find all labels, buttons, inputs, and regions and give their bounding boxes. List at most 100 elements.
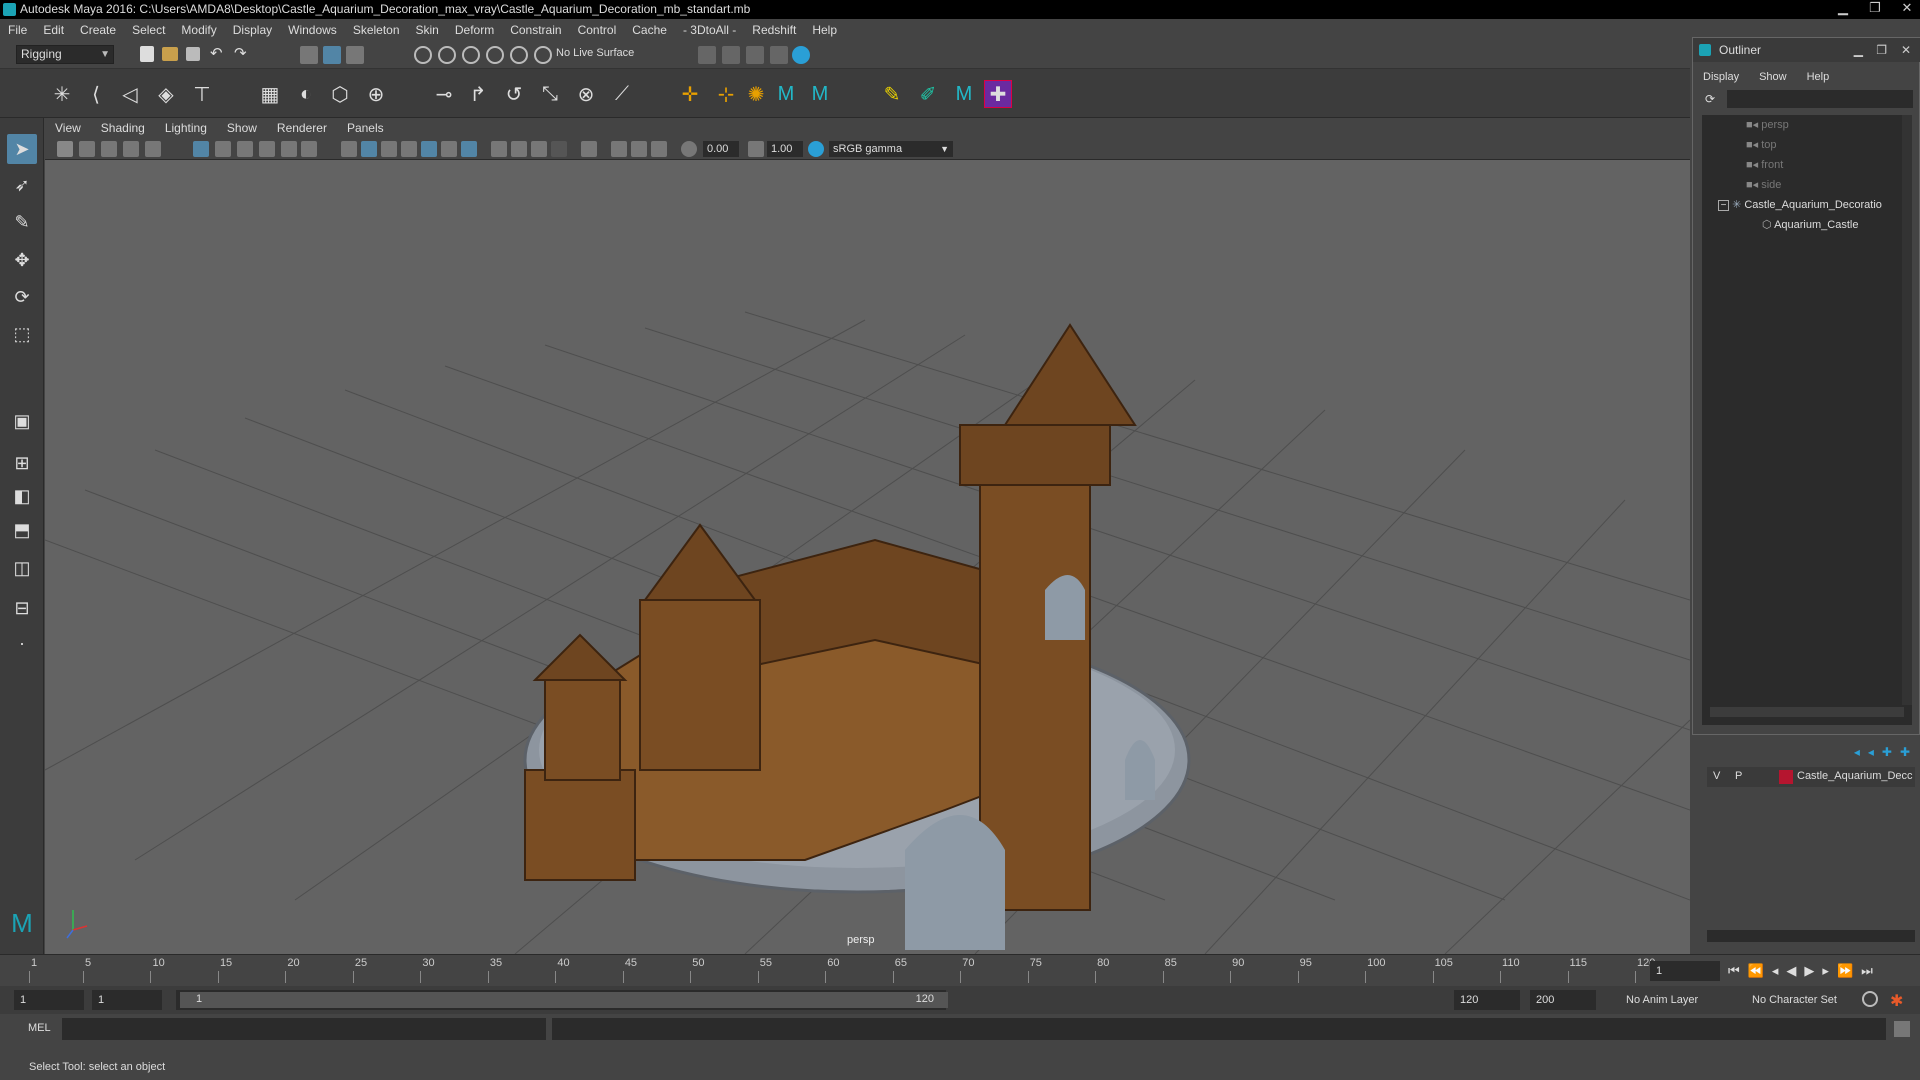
menu-cache[interactable]: Cache (624, 23, 675, 37)
layer-row[interactable]: V P Castle_Aquarium_Decc (1707, 767, 1915, 787)
wireframe-on-shaded-icon[interactable] (401, 141, 417, 157)
save-scene-icon[interactable] (186, 47, 200, 61)
outliner-horizontal-scrollbar[interactable] (1710, 707, 1904, 717)
joint-tool-icon[interactable]: ✳ (48, 80, 76, 108)
more-layouts-icon[interactable]: · (7, 628, 37, 658)
perspective-viewport[interactable]: persp (45, 160, 1690, 954)
motion-blur-icon[interactable] (551, 141, 567, 157)
outliner-vertical-scrollbar[interactable] (1902, 115, 1912, 705)
undo-icon[interactable]: ↶ (210, 46, 228, 65)
hik-character-icon[interactable]: M (806, 80, 834, 108)
new-layer-selected-icon[interactable]: ✚ (1900, 745, 1910, 759)
snap-view-plane-icon[interactable] (486, 46, 504, 64)
live-surface-label[interactable]: No Live Surface (556, 47, 634, 59)
play-back-icon[interactable]: ◀ (1786, 963, 1796, 979)
textured-icon[interactable] (421, 141, 437, 157)
menu-set-dropdown[interactable]: Rigging ▼ (16, 45, 114, 64)
character-controls-icon[interactable]: ✚ (984, 80, 1012, 108)
layer-name[interactable]: Castle_Aquarium_Decc (1797, 770, 1913, 782)
select-object-icon[interactable] (323, 46, 341, 64)
snap-live-icon[interactable] (534, 46, 552, 64)
move-layer-up-icon[interactable]: ◂ (1854, 745, 1860, 759)
hud-icon[interactable] (651, 141, 667, 157)
go-to-start-icon[interactable]: ⏮ (1728, 963, 1740, 979)
quick-rig-icon[interactable]: M (950, 80, 978, 108)
point-constraint-icon[interactable]: ↱ (464, 80, 492, 108)
outliner-item-side[interactable]: ■◂ side (1746, 175, 1781, 195)
step-back-frame-icon[interactable]: ◂ (1772, 963, 1779, 979)
menu-constrain[interactable]: Constrain (502, 23, 569, 37)
ipr-render-icon[interactable] (746, 46, 764, 64)
step-forward-frame-icon[interactable]: ▸ (1822, 963, 1829, 979)
viewport-menu-shading[interactable]: Shading (91, 121, 155, 135)
outliner-refresh-icon[interactable]: ⟳ (1705, 92, 1715, 106)
layer-horizontal-scrollbar[interactable] (1707, 930, 1915, 942)
four-view-layout-icon[interactable]: ⊞ (7, 448, 37, 478)
resolution-gate-icon[interactable] (237, 141, 253, 157)
menu-skin[interactable]: Skin (408, 23, 447, 37)
scene-end-field[interactable]: 200 (1530, 990, 1596, 1010)
outliner-search-input[interactable] (1727, 90, 1913, 108)
mirror-joint-icon[interactable]: ◁ (116, 80, 144, 108)
character-set-dropdown[interactable]: No Character Set (1752, 994, 1837, 1006)
mel-label[interactable]: MEL (28, 1022, 51, 1034)
blend-shape-icon[interactable]: ✺ (742, 80, 770, 108)
range-slider[interactable]: 1 120 (176, 990, 948, 1010)
step-back-key-icon[interactable]: ⏪ (1748, 963, 1764, 979)
single-perspective-icon[interactable]: ▣ (7, 406, 37, 436)
menu-display[interactable]: Display (225, 23, 280, 37)
select-hierarchy-icon[interactable] (300, 46, 318, 64)
playback-end-field[interactable]: 120 (1454, 990, 1520, 1010)
rotate-tool-icon[interactable]: ⟳ (7, 282, 37, 312)
viewport-menu-renderer[interactable]: Renderer (267, 121, 337, 135)
viewport-menu-lighting[interactable]: Lighting (155, 121, 217, 135)
outliner-close-icon[interactable]: ✕ (1901, 38, 1911, 62)
node-layout-icon[interactable]: ⊟ (7, 593, 37, 623)
menu-redshift[interactable]: Redshift (744, 23, 804, 37)
animation-preferences-icon[interactable]: ✱ (1890, 991, 1903, 1011)
graph-layout-icon[interactable]: ⬒ (7, 515, 37, 545)
shadows-icon[interactable] (461, 141, 477, 157)
outliner-minimize-icon[interactable]: ▁ (1854, 38, 1863, 62)
script-editor-icon[interactable] (1894, 1021, 1910, 1037)
grease-pencil-icon[interactable] (145, 141, 161, 157)
outliner-item-castle-group[interactable]: − ✳ Castle_Aquarium_Decoratio (1718, 195, 1882, 215)
orient-constraint-icon[interactable]: ↺ (500, 80, 528, 108)
snap-point-icon[interactable] (462, 46, 480, 64)
lattice-icon[interactable]: ⬡ (326, 80, 354, 108)
close-icon[interactable]: ✕ (1900, 1, 1914, 15)
camera-select-icon[interactable] (57, 141, 73, 157)
maximize-icon[interactable]: ❐ (1868, 1, 1882, 15)
outliner-item-front[interactable]: ■◂ front (1746, 155, 1783, 175)
move-tool-icon[interactable]: ✥ (7, 245, 37, 275)
scale-constraint-icon[interactable]: ⤡ (536, 80, 564, 108)
paint-select-icon[interactable]: ✎ (7, 207, 37, 237)
outliner-maximize-icon[interactable]: ❐ (1876, 38, 1887, 62)
paint-weights-icon[interactable]: ✎ (878, 80, 906, 108)
grid-toggle-icon[interactable] (193, 141, 209, 157)
menu-file[interactable]: File (0, 23, 35, 37)
isolate-select-icon[interactable] (581, 141, 597, 157)
layer-visibility-toggle[interactable]: V (1713, 770, 1720, 782)
render-view-icon[interactable] (698, 46, 716, 64)
ik-handle-icon[interactable]: ⊤ (188, 80, 216, 108)
hik-icon[interactable]: M (772, 80, 800, 108)
render-settings-icon[interactable] (770, 46, 788, 64)
outliner-item-persp[interactable]: ■◂ persp (1746, 115, 1789, 135)
scene-start-field[interactable]: 1 (14, 990, 84, 1010)
film-gate-icon[interactable] (215, 141, 231, 157)
exposure-field[interactable]: 0.00 (703, 141, 739, 157)
snap-surface-icon[interactable] (510, 46, 528, 64)
smooth-shade-icon[interactable] (361, 141, 377, 157)
menu-3dtoall[interactable]: - 3DtoAll - (675, 23, 744, 37)
image-plane-icon[interactable] (123, 141, 139, 157)
depth-of-field-icon[interactable] (631, 141, 647, 157)
select-tool-icon[interactable]: ➤ (7, 134, 37, 164)
layer-playback-toggle[interactable]: P (1735, 770, 1742, 782)
menu-windows[interactable]: Windows (280, 23, 345, 37)
menu-edit[interactable]: Edit (35, 23, 72, 37)
auto-key-icon[interactable] (1862, 991, 1878, 1007)
safe-action-icon[interactable] (301, 141, 317, 157)
flat-shade-icon[interactable] (381, 141, 397, 157)
redo-icon[interactable]: ↷ (234, 46, 252, 65)
